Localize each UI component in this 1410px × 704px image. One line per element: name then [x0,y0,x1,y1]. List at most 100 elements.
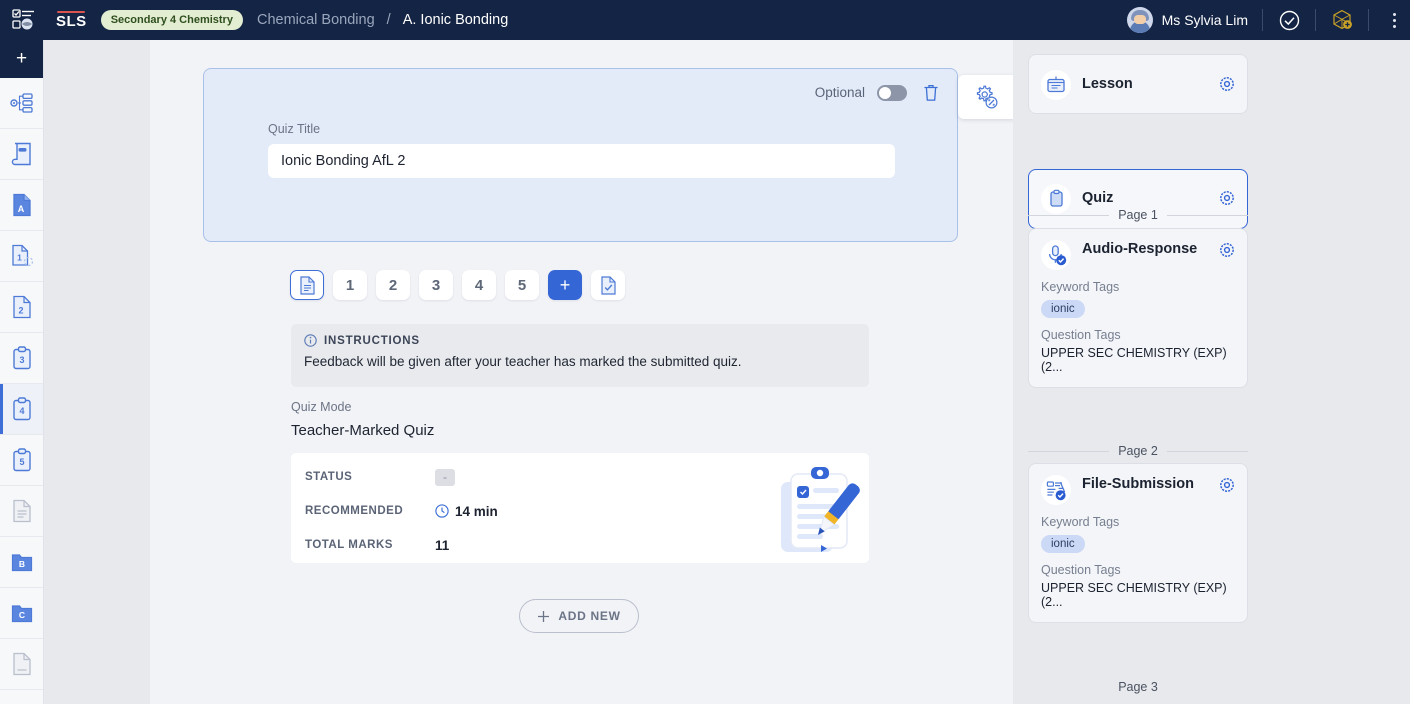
clipboard-pen-illustration [775,464,861,561]
instructions-panel: INSTRUCTIONS Feedback will be given afte… [291,324,869,387]
keyword-tag[interactable]: ionic [1041,300,1085,318]
quiz-title-input[interactable] [268,144,895,178]
page-divider-1: Page 1 [1028,208,1248,222]
clock-icon [435,504,449,518]
clipboard-3-icon: 3 [12,346,31,370]
quiz-settings-button[interactable] [958,75,1013,119]
chip-page-2[interactable]: 2 [376,270,410,300]
chip-document-check[interactable] [591,270,625,300]
svg-text:3: 3 [19,355,24,365]
sidebar-item-notebook[interactable] [0,129,43,180]
clipboard-5-icon: 5 [12,448,31,472]
question-tag-value: UPPER SEC CHEMISTRY (EXP) (2... [1041,346,1227,374]
plus-icon [538,610,550,622]
sidebar-item-c[interactable]: C [0,588,43,639]
sidebar-item-a[interactable]: A [0,180,43,231]
quiz-card-header: Optional [204,69,957,102]
panel-card-title: Quiz [1082,190,1114,207]
sidebar-item-3[interactable]: 3 [0,333,43,384]
sls-brand-text: SLS [56,13,87,31]
lesson-board-icon [1041,70,1071,100]
sidebar-item-document[interactable] [0,486,43,537]
top-bar-right: Ms Sylvia Lim [1126,0,1410,40]
chip-page-3[interactable]: 3 [419,270,453,300]
sidebar-item-4[interactable]: 4 [0,384,43,435]
instructions-body: Feedback will be given after your teache… [304,354,742,369]
page-divider-2: Page 2 [1028,444,1248,458]
panel-card-file-submission[interactable]: File-Submission Keyword Tags ionic Quest… [1028,463,1248,623]
quiz-stats-panel: STATUS - RECOMMENDED 14 min TOTAL MARKS … [291,453,869,563]
panel-card-title: Lesson [1082,76,1133,93]
optional-toggle[interactable] [877,84,907,101]
trash-icon[interactable] [923,83,939,102]
microphone-check-icon [1041,240,1071,270]
page-divider-label: Page 2 [1118,444,1158,458]
document-check-icon [600,275,616,295]
sidebar-item-blank[interactable] [0,639,43,690]
left-rail: + A 1 2 3 4 5 B C [0,40,44,704]
check-circle-icon[interactable] [1277,8,1301,32]
keyword-tags-label: Keyword Tags [1041,280,1120,294]
stat-value: - [435,468,455,486]
main-content: Optional Quiz Title Ionic Bonding AfL 2 … [150,40,1013,704]
svg-text:C: C [18,610,24,620]
panel-card-lesson[interactable]: Lesson [1028,54,1248,114]
divider-line [1028,214,1110,216]
panel-card-title: Audio-Response [1082,241,1198,257]
sidebar-item-2[interactable]: 2 [0,282,43,333]
sls-brand[interactable]: SLS [56,10,87,31]
avatar-face [1133,15,1146,24]
keyword-tag[interactable]: ionic [1041,535,1085,553]
user-name[interactable]: Ms Sylvia Lim [1162,12,1248,28]
file-1-icon: 1 [11,244,33,267]
class-badge: Secondary 4 Chemistry [100,10,243,30]
kebab-menu-icon[interactable] [1383,12,1410,28]
instructions-title: INSTRUCTIONS [324,334,420,347]
panel-card-header: Lesson [1029,55,1247,115]
file-2-icon: 2 [12,295,31,319]
panel-card-title: File-Submission [1082,476,1194,492]
network-add-icon[interactable] [1330,8,1354,32]
divider [1368,9,1369,31]
breadcrumb-current: A. Ionic Bonding [402,12,509,28]
sidebar-item-settings-tree[interactable] [0,78,43,129]
quiz-title-label: Quiz Title [268,122,321,136]
quiz-mode-value: Teacher-Marked Quiz [291,422,435,439]
app-logo[interactable] [0,0,48,40]
instructions-header: INSTRUCTIONS [304,334,856,347]
settings-tree-icon [9,93,33,113]
keyword-tags-label: Keyword Tags [1041,515,1120,529]
gear-icon[interactable] [1219,240,1235,263]
svg-text:1: 1 [17,253,22,263]
chip-page-5[interactable]: 5 [505,270,539,300]
add-new-button[interactable]: ADD NEW [519,599,639,633]
rail-add-button[interactable]: + [0,40,43,78]
gear-icon[interactable] [1219,74,1235,97]
document-lines-icon [12,499,31,523]
stat-key: RECOMMENDED [305,505,404,517]
clipboard-4-icon: 4 [12,397,31,421]
svg-text:5: 5 [19,457,24,467]
chip-page-4[interactable]: 4 [462,270,496,300]
avatar[interactable] [1126,7,1153,33]
sidebar-item-1[interactable]: 1 [0,231,43,282]
quiz-title-card: Optional Quiz Title [203,68,958,242]
svg-text:2: 2 [18,306,23,316]
info-icon [304,334,317,347]
page-divider-3: Page 3 [1028,680,1248,694]
chip-add-page[interactable]: + [548,270,582,300]
chip-page-1[interactable]: 1 [333,270,367,300]
stat-key: STATUS [305,471,353,483]
left-gutter [44,40,150,704]
gear-icon[interactable] [1219,475,1235,498]
folder-b-icon: B [11,554,32,572]
chip-document[interactable] [290,270,324,300]
divider-line [1166,214,1248,216]
sidebar-item-b[interactable]: B [0,537,43,588]
stat-value: 14 min [435,504,498,519]
svg-text:A: A [17,204,24,214]
settings-collapse-icon [976,85,998,109]
breadcrumb-parent[interactable]: Chemical Bonding [257,12,375,28]
panel-card-audio-response[interactable]: Audio-Response Keyword Tags ionic Questi… [1028,228,1248,388]
sidebar-item-5[interactable]: 5 [0,435,43,486]
